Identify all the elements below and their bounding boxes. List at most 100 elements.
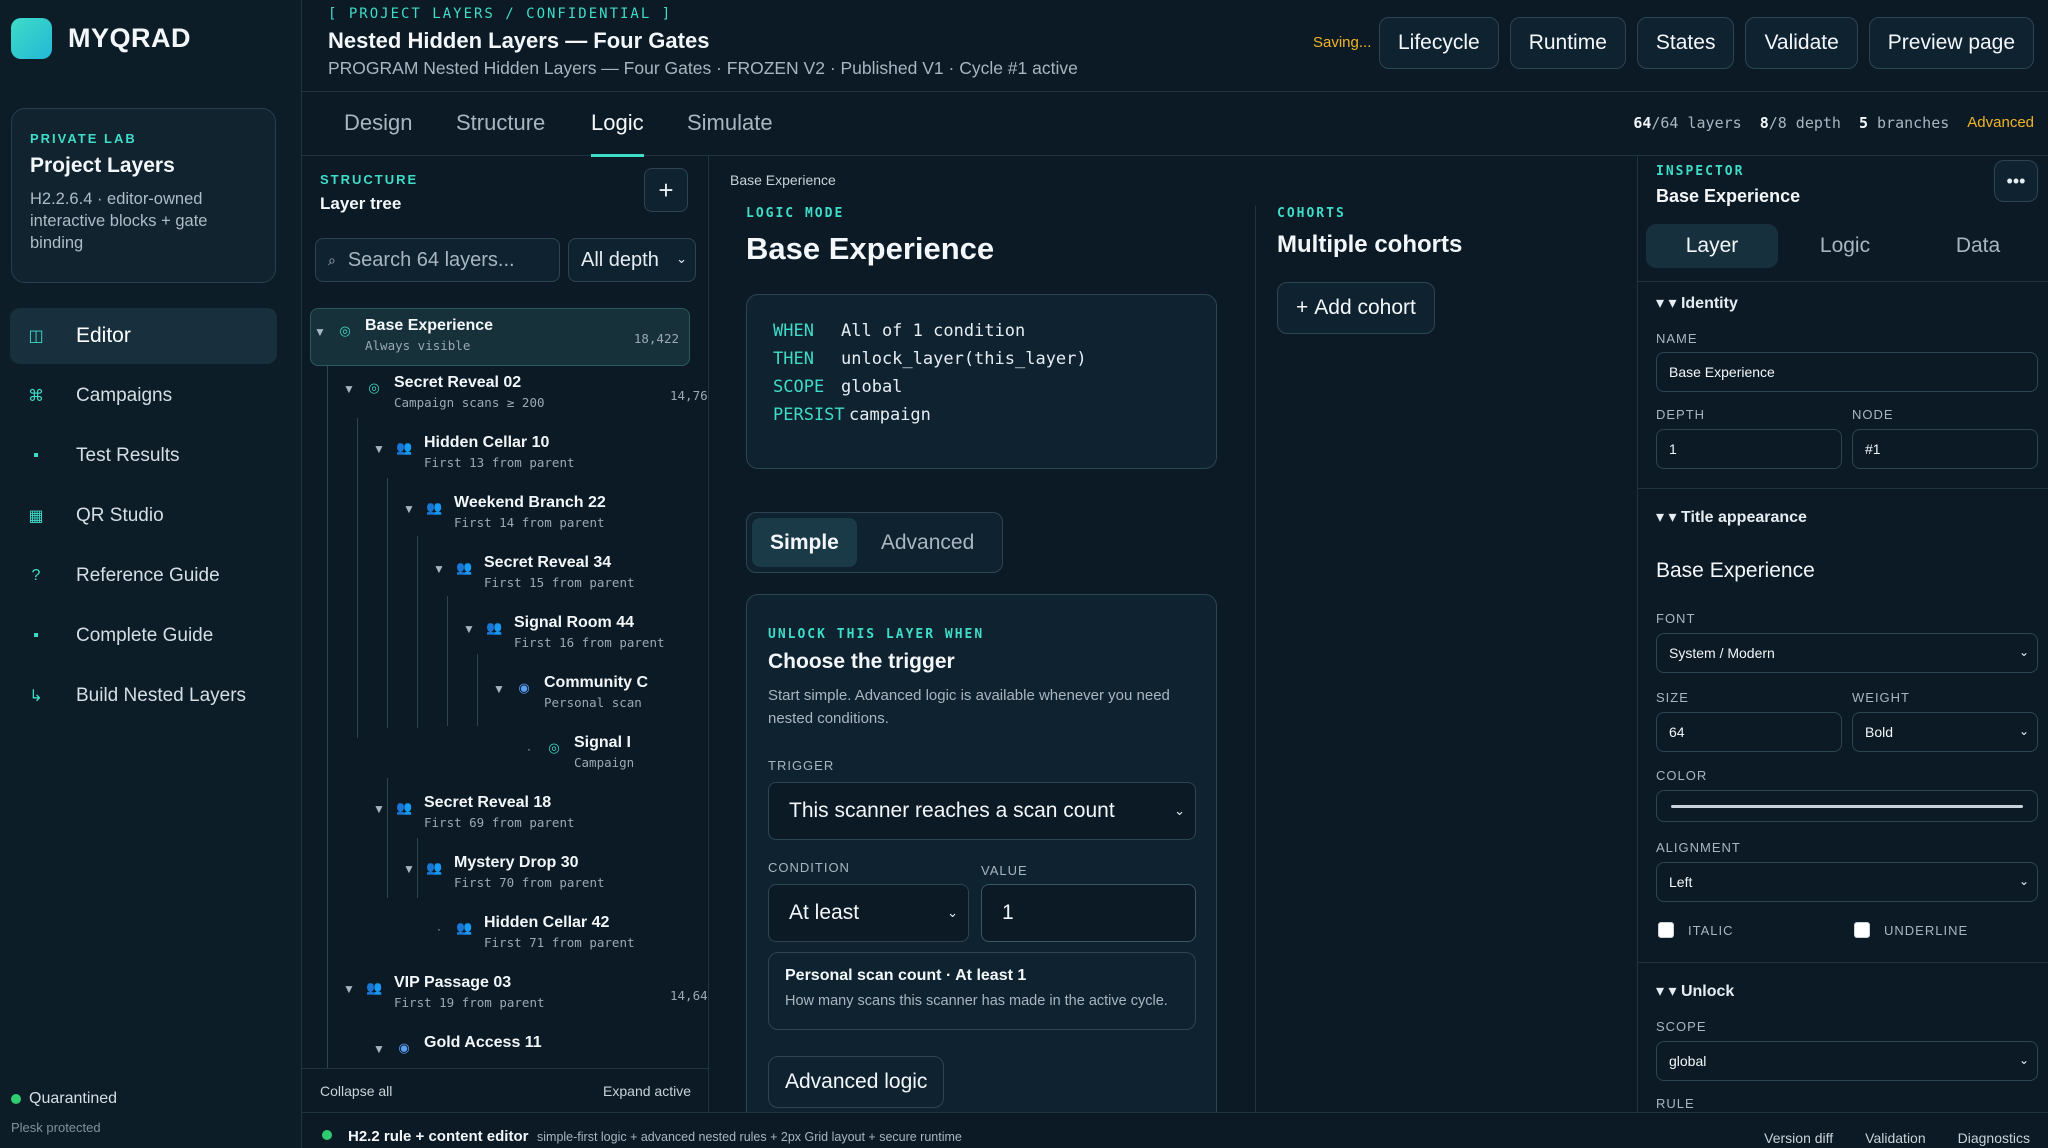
status-label: Quarantined <box>29 1090 118 1107</box>
brand[interactable]: MYQRAD <box>11 18 191 59</box>
tree-node-mystery-drop-30[interactable]: ▼ 👥 Mystery Drop 30 First 70 from parent <box>400 846 604 904</box>
tree-node-secret-reveal-02[interactable]: ▼ ◎ Secret Reveal 02 Campaign scans ≥ 200… <box>340 366 708 424</box>
alignment-select[interactable]: Left ⌄ <box>1656 862 2038 902</box>
italic-checkbox[interactable] <box>1658 922 1674 938</box>
title-preview: Base Experience <box>1656 559 1815 582</box>
sidebar-item-build-nested-layers[interactable]: ↳ Build Nested Layers <box>10 668 277 724</box>
node-name: Community C <box>544 674 648 691</box>
identity-section-toggle[interactable]: ▾ ▾ Identity <box>1656 293 1738 313</box>
tree-node-gold-access-11[interactable]: ▼ ◉ Gold Access 11 <box>370 1026 542 1068</box>
underline-checkbox[interactable] <box>1854 922 1870 938</box>
rule-line: THEN unlock_layer(this_layer) <box>773 349 1087 369</box>
runtime-button[interactable]: Runtime <box>1509 17 1626 69</box>
validate-button[interactable]: Validate <box>1745 17 1858 69</box>
inspector-tabs: Layer Logic Data <box>1638 218 2048 282</box>
title-appearance-section-toggle[interactable]: ▾ ▾ Title appearance <box>1656 507 1807 527</box>
workspace-kicker: PRIVATE LAB <box>30 131 137 146</box>
collapse-all-link[interactable]: Collapse all <box>320 1083 392 1099</box>
advanced-logic-button[interactable]: Advanced logic <box>768 1056 945 1108</box>
node-count: 14,64 <box>670 988 708 1003</box>
expand-active-link[interactable]: Expand active <box>603 1083 691 1099</box>
node-count: 14,76 <box>670 388 708 403</box>
condition-summary-title: Personal scan count · At least 1 <box>785 967 1027 984</box>
value-input-value: 1 <box>1002 901 1014 924</box>
tab-simulate[interactable]: Simulate <box>687 110 773 154</box>
layer-name-field[interactable]: Base Experience <box>1656 352 2038 392</box>
rule-line: PERSIST campaign <box>773 405 931 425</box>
target-icon: ◎ <box>339 323 351 338</box>
node-name: Hidden Cellar 10 <box>424 434 550 451</box>
lifecycle-button[interactable]: Lifecycle <box>1379 17 1499 69</box>
color-picker[interactable] <box>1656 790 2038 822</box>
page-subtitle: PROGRAM Nested Hidden Layers — Four Gate… <box>328 58 1078 78</box>
size-field[interactable]: 64 <box>1656 712 1842 752</box>
tree-node-hidden-cellar-42[interactable]: · 👥 Hidden Cellar 42 First 71 from parent <box>430 906 635 964</box>
logic-title: Base Experience <box>746 231 995 266</box>
users-icon: 👥 <box>396 440 413 455</box>
inspector-kicker: INSPECTOR <box>1656 164 1745 179</box>
tree-node-vip-passage-03[interactable]: ▼ 👥 VIP Passage 03 First 19 from parent 1… <box>340 966 708 1024</box>
scope-label: SCOPE <box>1656 1019 1707 1034</box>
tree-node-secret-reveal-18[interactable]: ▼ 👥 Secret Reveal 18 First 69 from parent <box>370 786 574 844</box>
layer-search[interactable]: ⌕ <box>315 238 560 282</box>
tree-footer: Collapse all Expand active <box>302 1068 708 1112</box>
diagnostics-link[interactable]: Diagnostics <box>1958 1130 2030 1146</box>
logic-editor: Base Experience LOGIC MODE Base Experien… <box>709 156 1637 1112</box>
font-select[interactable]: System / Modern ⌄ <box>1656 633 2038 673</box>
tab-structure[interactable]: Structure <box>456 110 545 154</box>
tab-logic[interactable]: Logic <box>1779 224 1911 268</box>
node-name: Mystery Drop 30 <box>454 854 579 871</box>
version-diff-link[interactable]: Version diff <box>1764 1130 1833 1146</box>
tree-node-weekend-branch-22[interactable]: ▼ 👥 Weekend Branch 22 First 14 from paren… <box>400 486 606 544</box>
tree-node-hidden-cellar-10[interactable]: ▼ 👥 Hidden Cellar 10 First 13 from parent <box>370 426 575 484</box>
tab-data[interactable]: Data <box>1912 224 2044 268</box>
node-sub: First 13 from parent <box>424 455 575 470</box>
sidebar-item-label: Campaigns <box>76 385 173 406</box>
chevron-down-icon: ▾ ▾ <box>1656 983 1681 1000</box>
sidebar-item-test-results[interactable]: ▪ Test Results <box>10 428 277 484</box>
states-button[interactable]: States <box>1636 17 1735 69</box>
sidebar-item-complete-guide[interactable]: ▪ Complete Guide <box>10 608 277 664</box>
node-name: Secret Reveal 34 <box>484 554 612 571</box>
sidebar-item-reference-guide[interactable]: ? Reference Guide <box>10 548 277 604</box>
condition-select[interactable]: At least ⌄ <box>768 884 969 942</box>
trigger-select[interactable]: This scanner reaches a scan count ⌄ <box>768 782 1196 840</box>
node-sub: Campaign scans ≥ 200 <box>394 395 545 410</box>
node-sub: First 16 from parent <box>514 635 665 650</box>
tab-design[interactable]: Design <box>344 110 412 154</box>
target-icon: ◎ <box>368 380 380 395</box>
depth-filter-select[interactable]: All depth ⌄ <box>568 238 696 282</box>
scope-select[interactable]: global ⌄ <box>1656 1041 2038 1081</box>
workspace-card[interactable]: PRIVATE LAB Project Layers H2.2.6.4 · ed… <box>11 108 276 283</box>
condition-summary-desc: How many scans this scanner has made in … <box>785 993 1168 1009</box>
tree-node-community[interactable]: ▼ ◉ Community C Personal scan <box>490 666 648 724</box>
unlock-section-toggle[interactable]: ▾ ▾ Unlock <box>1656 981 1734 1001</box>
node-name: Gold Access 11 <box>424 1034 542 1051</box>
node-sub: First 19 from parent <box>394 995 545 1010</box>
add-layer-button[interactable]: + <box>644 168 688 212</box>
preview-page-button[interactable]: Preview page <box>1868 17 2035 69</box>
tab-layer[interactable]: Layer <box>1646 224 1778 268</box>
plus-icon: + <box>1296 296 1309 319</box>
search-input[interactable] <box>347 248 538 272</box>
tree-node-signal-room-44[interactable]: ▼ 👥 Signal Room 44 First 16 from parent <box>460 606 665 664</box>
tree-node-signal[interactable]: · ◎ Signal I Campaign <box>520 726 634 784</box>
sidebar-item-label: Complete Guide <box>76 625 214 646</box>
tree-node-base-experience[interactable]: ▼ ◎ Base Experience Always visible 18,422 <box>310 308 690 366</box>
mode-advanced-button[interactable]: Advanced <box>863 518 992 567</box>
validation-link[interactable]: Validation <box>1865 1130 1925 1146</box>
depth-field[interactable]: 1 <box>1656 429 1842 469</box>
sidebar-item-campaigns[interactable]: ⌘ Campaigns <box>10 368 277 424</box>
weight-select[interactable]: Bold ⌄ <box>1852 712 2038 752</box>
tab-logic[interactable]: Logic <box>591 110 644 157</box>
size-label: SIZE <box>1656 690 1689 705</box>
sidebar-item-editor[interactable]: ◫ Editor <box>10 308 277 364</box>
value-input[interactable]: 1 <box>981 884 1196 942</box>
sidebar-item-qr-studio[interactable]: ▦ QR Studio <box>10 488 277 544</box>
users-icon: 👥 <box>456 560 473 575</box>
mode-simple-button[interactable]: Simple <box>752 518 857 567</box>
add-cohort-button[interactable]: + Add cohort <box>1277 282 1435 334</box>
more-options-button[interactable]: ••• <box>1994 160 2038 202</box>
node-field[interactable]: #1 <box>1852 429 2038 469</box>
tree-node-secret-reveal-34[interactable]: ▼ 👥 Secret Reveal 34 First 15 from parent <box>430 546 634 604</box>
